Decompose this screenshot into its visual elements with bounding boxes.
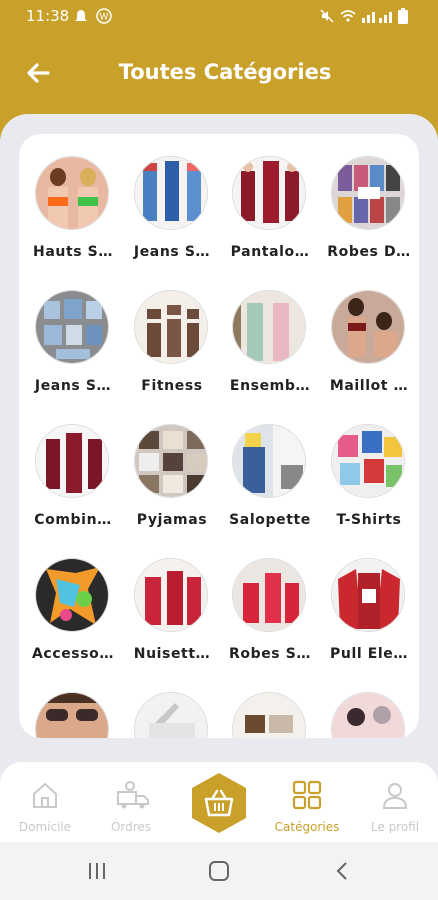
category-label: Pantalo… <box>230 244 310 260</box>
nav-orders-label: Ordres <box>110 820 152 834</box>
category-item[interactable] <box>218 692 316 738</box>
category-image <box>35 558 109 632</box>
grid-icon <box>292 780 322 810</box>
chevron-left-icon <box>336 862 347 880</box>
category-row: Hauts S… Jeans S… Pantalo… Robes D… <box>19 156 419 290</box>
category-item[interactable]: Combin… <box>21 424 119 544</box>
category-item[interactable]: Robes D… <box>317 156 415 276</box>
category-image <box>35 156 109 230</box>
category-item[interactable] <box>317 692 415 738</box>
category-item[interactable]: Fitness <box>120 290 218 410</box>
category-label: Hauts S… <box>33 244 113 260</box>
category-image <box>232 290 306 364</box>
app-notification-icon: W <box>96 8 112 28</box>
category-item[interactable]: Pyjamas <box>120 424 218 544</box>
home-circle-icon <box>209 861 229 881</box>
user-icon <box>382 783 408 809</box>
recent-apps-button[interactable] <box>86 860 108 886</box>
category-row: Combin… Pyjamas Salopette T-Shirts <box>19 424 419 558</box>
nav-profile[interactable]: Le profil <box>352 772 438 834</box>
nav-home[interactable]: Domicile <box>2 772 88 834</box>
category-label: Ensemb… <box>229 378 311 394</box>
cart-button[interactable] <box>190 772 248 834</box>
app-header: Toutes Catégories <box>0 44 438 104</box>
category-image <box>134 290 208 364</box>
categories-panel[interactable]: Hauts S… Jeans S… Pantalo… Robes D… Jean… <box>19 134 419 738</box>
category-item[interactable]: Robes S… <box>218 558 316 678</box>
category-image <box>134 156 208 230</box>
wifi-icon <box>340 10 356 22</box>
category-label: Jeans S… <box>133 244 211 260</box>
status-icons <box>320 8 408 24</box>
category-image <box>232 692 306 738</box>
category-image <box>134 424 208 498</box>
category-item[interactable]: Maillot … <box>317 290 415 410</box>
category-label: Jeans S… <box>34 378 112 394</box>
category-row <box>19 692 419 738</box>
category-row: Accesso… Nuisett… Robes S… Pull Ele… <box>19 558 419 692</box>
category-image <box>331 290 405 364</box>
category-label: Salopette <box>229 512 311 528</box>
home-icon <box>33 782 57 808</box>
mute-icon <box>320 9 334 23</box>
category-label: Combin… <box>34 512 112 528</box>
category-image <box>35 692 109 738</box>
category-label: Nuisett… <box>133 646 211 662</box>
category-image <box>134 558 208 632</box>
category-label: Pull Ele… <box>330 646 408 662</box>
category-image <box>232 558 306 632</box>
recent-apps-icon <box>89 863 105 879</box>
category-label: Robes S… <box>228 646 311 662</box>
category-item[interactable]: Ensemb… <box>218 290 316 410</box>
category-item[interactable]: Jeans S… <box>21 290 119 410</box>
nav-profile-label: Le profil <box>370 820 420 834</box>
nav-categories-label: Catégories <box>274 820 340 834</box>
svg-text:W: W <box>100 13 109 23</box>
category-label: Accesso… <box>31 646 114 662</box>
category-image <box>331 156 405 230</box>
system-back-button[interactable] <box>332 860 354 886</box>
category-image <box>331 692 405 738</box>
category-item[interactable]: T-Shirts <box>317 424 415 544</box>
status-bar: 11:38 W <box>0 0 438 30</box>
page-title: Toutes Catégories <box>118 60 332 84</box>
category-row: Jeans S… Fitness Ensemb… Maillot … <box>19 290 419 424</box>
category-item[interactable]: Salopette <box>218 424 316 544</box>
notification-icon <box>74 8 88 27</box>
category-item[interactable]: Hauts S… <box>21 156 119 276</box>
bottom-navigation: Domicile Ordres Catégories Le profil <box>0 762 438 842</box>
category-item[interactable]: Nuisett… <box>120 558 218 678</box>
category-item[interactable] <box>21 692 119 738</box>
status-time: 11:38 <box>26 7 70 25</box>
system-navigation-bar <box>0 842 438 900</box>
category-image <box>232 156 306 230</box>
category-image <box>35 424 109 498</box>
category-image <box>134 692 208 738</box>
category-item[interactable] <box>120 692 218 738</box>
category-label: Pyjamas <box>136 512 208 528</box>
nav-home-label: Domicile <box>18 820 72 834</box>
delivery-truck-icon <box>117 781 149 809</box>
category-label: Maillot … <box>329 378 409 394</box>
nav-orders[interactable]: Ordres <box>88 772 174 834</box>
category-image <box>331 424 405 498</box>
category-image <box>232 424 306 498</box>
category-image <box>331 558 405 632</box>
nav-categories[interactable]: Catégories <box>264 772 350 834</box>
category-item[interactable]: Jeans S… <box>120 156 218 276</box>
battery-icon <box>398 8 408 24</box>
category-image <box>35 290 109 364</box>
category-label: T-Shirts <box>336 512 402 528</box>
category-item[interactable]: Pull Ele… <box>317 558 415 678</box>
category-item[interactable]: Pantalo… <box>218 156 316 276</box>
category-item[interactable]: Accesso… <box>21 558 119 678</box>
category-label: Fitness <box>141 378 203 394</box>
category-label: Robes D… <box>327 244 411 260</box>
signal-icon <box>362 12 392 23</box>
basket-icon <box>192 773 246 833</box>
home-system-button[interactable] <box>208 860 230 886</box>
